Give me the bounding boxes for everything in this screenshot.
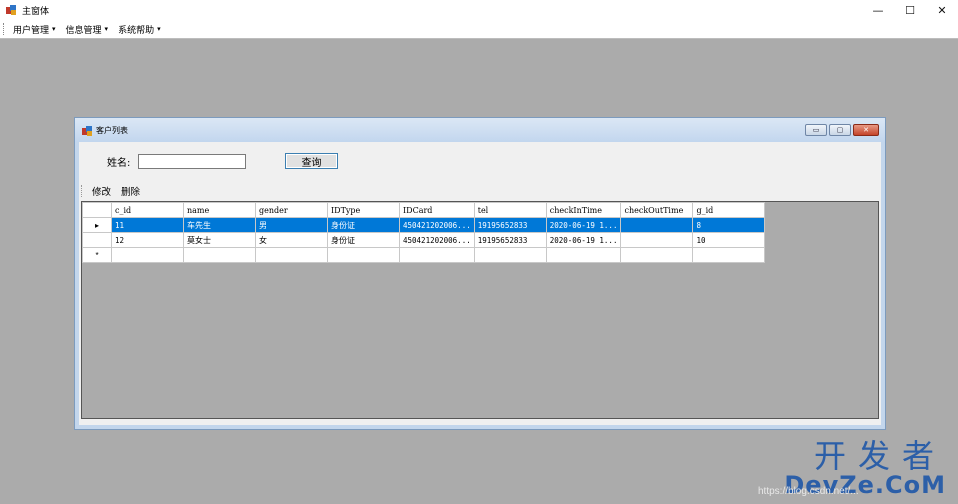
window-title: 主窗体 [22, 6, 50, 17]
row-selector[interactable] [82, 232, 112, 248]
child-client-area: 姓名: 查询 修改 删除 c_id name gender IDType IDC… [79, 142, 881, 425]
table-cell[interactable]: 2020-06-19 1... [545, 217, 622, 233]
child-close-button[interactable]: ✕ [853, 124, 879, 136]
watermark-cn: 开发者 [813, 437, 946, 475]
menu-info-management[interactable]: 信息管理 ▾ [60, 23, 113, 36]
table-cell[interactable]: 19195652833 [473, 232, 547, 248]
chevron-down-icon: ▾ [104, 25, 109, 33]
table-row[interactable]: 12 莫女士 女 身份证 450421202006... 19195652833… [82, 232, 766, 248]
table-cell[interactable]: 19195652833 [473, 217, 547, 233]
column-header-idtype[interactable]: IDType [327, 202, 400, 218]
table-cell[interactable] [399, 247, 475, 263]
maximize-button[interactable]: ☐ [894, 0, 926, 20]
table-cell[interactable]: 莫女士 [183, 232, 256, 248]
child-minimize-button[interactable]: ▭ [805, 124, 827, 136]
child-app-icon [82, 125, 92, 136]
table-cell[interactable]: 12 [111, 232, 184, 248]
app-icon [6, 5, 16, 15]
table-cell[interactable] [183, 247, 256, 263]
column-header-name[interactable]: name [183, 202, 256, 218]
table-cell[interactable] [111, 247, 184, 263]
table-cell[interactable] [545, 247, 622, 263]
new-row-asterisk-icon[interactable]: * [82, 247, 112, 263]
child-window-title: 客户列表 [96, 125, 128, 135]
row-selector-arrow-icon[interactable]: ▸ [82, 217, 112, 233]
window-controls: — ☐ ✕ [862, 0, 958, 20]
child-titlebar: 客户列表 ▭ ▢ ✕ [75, 118, 885, 142]
table-cell[interactable] [473, 247, 547, 263]
delete-button[interactable]: 删除 [121, 184, 140, 198]
table-cell[interactable]: 11 [111, 217, 184, 233]
table-cell[interactable] [692, 247, 766, 263]
name-search-input[interactable] [138, 154, 246, 169]
chevron-down-icon: ▾ [52, 25, 56, 33]
column-header-gender[interactable]: gender [255, 202, 328, 218]
table-cell[interactable] [327, 247, 400, 263]
query-button[interactable]: 查询 [285, 153, 338, 169]
table-cell[interactable]: 身份证 [327, 217, 400, 233]
table-cell[interactable]: 男 [255, 217, 328, 233]
table-cell[interactable]: 2020-06-19 1... [545, 232, 622, 248]
menu-label: 用户管理 [13, 25, 50, 36]
table-cell[interactable]: 女 [255, 232, 328, 248]
child-window-controls: ▭ ▢ ✕ [805, 124, 879, 136]
close-button[interactable]: ✕ [926, 0, 958, 20]
customer-table: c_id name gender IDType IDCard tel check… [82, 202, 766, 263]
child-restore-button[interactable]: ▢ [829, 124, 851, 136]
customer-list-window: 客户列表 ▭ ▢ ✕ 姓名: 查询 修改 删除 c_id name gender… [74, 117, 886, 430]
table-row[interactable]: ▸ 11 车先生 男 身份证 450421202006... 191956528… [82, 217, 766, 233]
table-cell[interactable] [255, 247, 328, 263]
table-cell[interactable]: 车先生 [183, 217, 256, 233]
customer-grid[interactable]: c_id name gender IDType IDCard tel check… [81, 201, 879, 419]
menu-system-help[interactable]: 系统帮助 ▾ [112, 23, 165, 36]
table-cell[interactable] [620, 232, 694, 248]
column-header-checkintime[interactable]: checkInTime [545, 202, 622, 218]
column-header-checkouttime[interactable]: checkOutTime [620, 202, 694, 218]
edit-button[interactable]: 修改 [92, 184, 111, 198]
table-cell[interactable]: 450421202006... [399, 232, 475, 248]
main-titlebar: 主窗体 — ☐ ✕ [0, 0, 958, 20]
column-header-g_id[interactable]: g_id [692, 202, 766, 218]
toolstrip: 修改 删除 [79, 182, 881, 200]
row-header-corner[interactable] [82, 202, 112, 218]
search-row: 姓名: 查询 [79, 142, 881, 180]
name-label: 姓名: [107, 158, 131, 169]
column-header-tel[interactable]: tel [473, 202, 547, 218]
minimize-button[interactable]: — [862, 0, 894, 20]
column-header-idcard[interactable]: IDCard [399, 202, 475, 218]
table-cell[interactable]: 8 [692, 217, 766, 233]
table-cell[interactable]: 10 [692, 232, 766, 248]
watermark-url: https://blog.csdn.net/... [758, 486, 859, 497]
menu-label: 信息管理 [65, 25, 102, 36]
column-header-c_id[interactable]: c_id [111, 202, 184, 218]
menu-user-management[interactable]: 用户管理 ▾ [7, 23, 60, 36]
new-row[interactable]: * [82, 247, 766, 263]
table-cell[interactable]: 450421202006... [399, 217, 475, 233]
table-cell[interactable]: 身份证 [327, 232, 400, 248]
toolstrip-grip [81, 185, 84, 197]
chevron-down-icon: ▾ [157, 25, 161, 33]
menu-label: 系统帮助 [118, 25, 155, 36]
menubar: 用户管理 ▾ 信息管理 ▾ 系统帮助 ▾ [0, 20, 958, 39]
grid-header-row: c_id name gender IDType IDCard tel check… [82, 202, 766, 218]
table-cell[interactable] [620, 247, 694, 263]
table-cell[interactable] [620, 217, 694, 233]
